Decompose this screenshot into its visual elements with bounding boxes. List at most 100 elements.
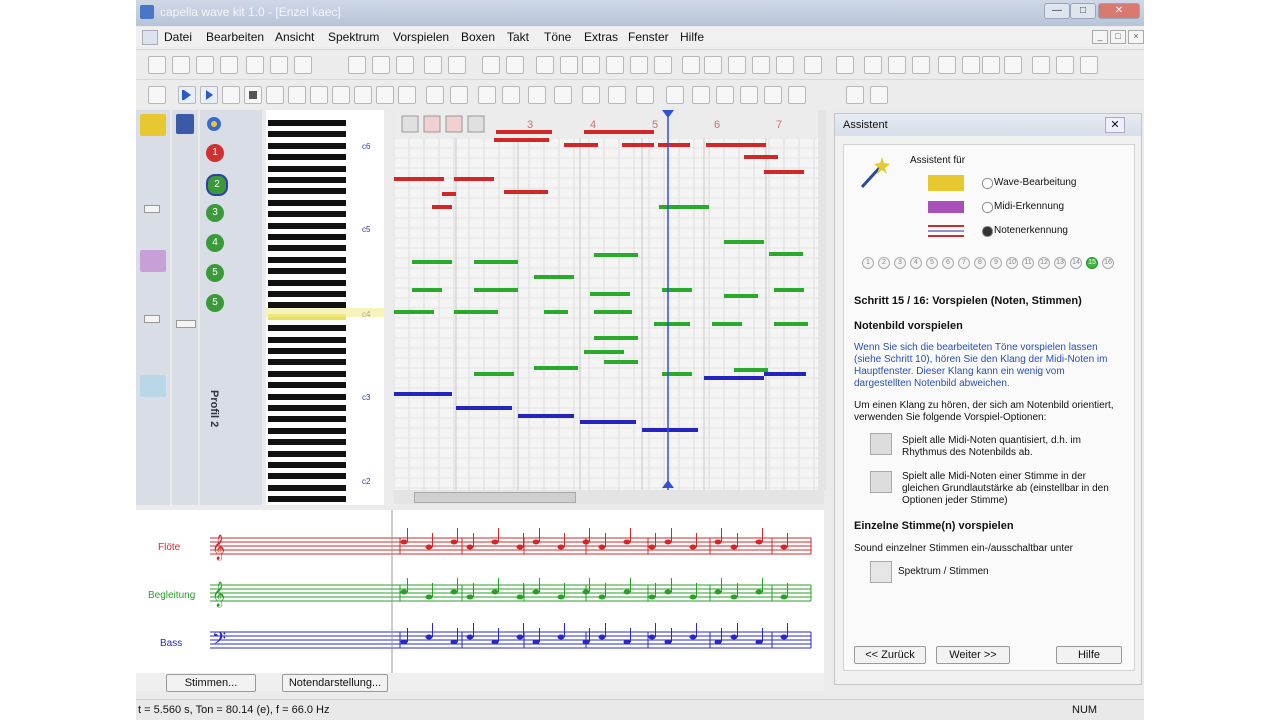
toolbar-button-20[interactable] xyxy=(654,56,672,74)
step-dot[interactable]: 7 xyxy=(958,257,970,269)
step-dot[interactable]: 3 xyxy=(894,257,906,269)
menu-toene[interactable]: Töne xyxy=(544,30,571,44)
track-5[interactable]: 5 xyxy=(205,264,225,288)
toolbar2-button-7[interactable] xyxy=(354,86,372,104)
black-key[interactable] xyxy=(268,405,346,411)
note-mode-icon[interactable] xyxy=(140,375,166,397)
step-dot[interactable]: 10 xyxy=(1006,257,1018,269)
option-radio-noten[interactable] xyxy=(982,226,993,237)
volume-slider-2[interactable] xyxy=(144,315,160,323)
black-key[interactable] xyxy=(268,496,346,503)
close-button[interactable]: ✕ xyxy=(1098,3,1140,19)
toolbar-button-23[interactable] xyxy=(728,56,746,74)
black-key[interactable] xyxy=(268,177,346,183)
menu-spektrum[interactable]: Spektrum xyxy=(328,30,379,44)
toolbar2-button-24[interactable] xyxy=(788,86,806,104)
midi-mode-icon[interactable] xyxy=(140,250,166,272)
toolbar-button-11[interactable] xyxy=(424,56,442,74)
toolbar-button-34[interactable] xyxy=(1004,56,1022,74)
toolbar-button-4[interactable] xyxy=(220,56,238,74)
step-dot[interactable]: 9 xyxy=(990,257,1002,269)
track-4[interactable]: 4 xyxy=(205,234,225,258)
black-key[interactable] xyxy=(268,416,346,423)
option-radio-wave[interactable] xyxy=(982,178,993,189)
menu-datei[interactable]: Datei xyxy=(164,30,192,44)
black-key[interactable] xyxy=(268,279,346,286)
back-button[interactable]: << Zurück xyxy=(854,646,926,664)
black-key[interactable] xyxy=(268,199,346,206)
menu-vorspielen[interactable]: Vorspielen xyxy=(393,30,449,44)
toolbar-button-22[interactable] xyxy=(704,56,722,74)
toolbar2-button-25[interactable] xyxy=(846,86,864,104)
step-dot[interactable]: 4 xyxy=(910,257,922,269)
toolbar-button-8[interactable] xyxy=(348,56,366,74)
notendarstellung-button[interactable]: Notendarstellung... xyxy=(282,674,388,692)
mdi-restore-button[interactable]: □ xyxy=(1110,30,1126,44)
black-key[interactable] xyxy=(268,120,346,126)
step-dot[interactable]: 15 xyxy=(1086,257,1098,269)
toolbar-button-7[interactable] xyxy=(294,56,312,74)
black-key[interactable] xyxy=(268,427,346,434)
menu-boxen[interactable]: Boxen xyxy=(461,30,495,44)
step-dot[interactable]: 16 xyxy=(1102,257,1114,269)
toolbar-button-26[interactable] xyxy=(804,56,822,74)
score-view[interactable]: 𝄞 𝄞 𝄢 xyxy=(136,510,824,673)
toolbar-button-35[interactable] xyxy=(1032,56,1050,74)
toolbar-button-19[interactable] xyxy=(630,56,648,74)
piano-roll-hscrollbar[interactable] xyxy=(394,490,824,504)
black-key[interactable] xyxy=(268,245,346,252)
step-dot[interactable]: 14 xyxy=(1070,257,1082,269)
toolbar-button-15[interactable] xyxy=(536,56,554,74)
black-key[interactable] xyxy=(268,234,346,240)
piano-roll-vscrollbar[interactable] xyxy=(818,110,826,490)
step-dot[interactable]: 1 xyxy=(862,257,874,269)
black-key[interactable] xyxy=(268,336,346,343)
menu-takt[interactable]: Takt xyxy=(507,30,529,44)
hscroll-thumb[interactable] xyxy=(414,492,576,503)
toolbar2-button-23[interactable] xyxy=(764,86,782,104)
toolbar2-button-18[interactable] xyxy=(636,86,654,104)
black-key[interactable] xyxy=(268,462,346,468)
black-key[interactable] xyxy=(268,188,346,195)
menu-fenster[interactable]: Fenster xyxy=(628,30,669,44)
toolbar-button-16[interactable] xyxy=(560,56,578,74)
toolbar-button-17[interactable] xyxy=(582,56,600,74)
toolbar-button-33[interactable] xyxy=(982,56,1000,74)
play-start-icon[interactable] xyxy=(178,86,196,104)
metronome-icon[interactable] xyxy=(176,114,194,134)
help-button[interactable]: Hilfe xyxy=(1056,646,1122,664)
toolbar-button-14[interactable] xyxy=(506,56,524,74)
toolbar2-button-21[interactable] xyxy=(716,86,734,104)
toolbar-button-32[interactable] xyxy=(962,56,980,74)
mdi-minimize-button[interactable]: _ xyxy=(1092,30,1108,44)
toolbar2-button-15[interactable] xyxy=(554,86,572,104)
volume-play-icon[interactable] xyxy=(870,471,892,493)
menu-hilfe[interactable]: Hilfe xyxy=(680,30,704,44)
black-key[interactable] xyxy=(268,450,346,457)
toolbar2-button-1[interactable] xyxy=(148,86,166,104)
toolbar-button-18[interactable] xyxy=(606,56,624,74)
black-key[interactable] xyxy=(268,154,346,161)
toolbar2-button-14[interactable] xyxy=(528,86,546,104)
toolbar2-button-12[interactable] xyxy=(478,86,496,104)
toolbar-button-1[interactable] xyxy=(148,56,166,74)
piano-roll[interactable]: 3 4 5 6 7 xyxy=(393,110,824,490)
step-dot[interactable]: 2 xyxy=(878,257,890,269)
black-key[interactable] xyxy=(268,256,346,263)
maximize-button[interactable]: □ xyxy=(1070,3,1096,19)
step-dot[interactable]: 13 xyxy=(1054,257,1066,269)
toolbar2-button-19[interactable] xyxy=(666,86,684,104)
track-1[interactable]: 1 xyxy=(205,144,225,168)
step-dot[interactable]: 6 xyxy=(942,257,954,269)
toolbar-button-27[interactable] xyxy=(836,56,854,74)
toolbar2-button-22[interactable] xyxy=(740,86,758,104)
toolbar2-button-16[interactable] xyxy=(582,86,600,104)
toolbar-button-25[interactable] xyxy=(776,56,794,74)
wave-mode-icon[interactable] xyxy=(140,114,166,136)
piano-keyboard[interactable]: c6c5c4c3c2 xyxy=(266,110,384,505)
volume-slider-1[interactable] xyxy=(144,205,160,213)
toolbar-button-28[interactable] xyxy=(864,56,882,74)
black-key[interactable] xyxy=(268,291,346,297)
spectrum-voices-icon[interactable] xyxy=(870,561,892,583)
toolbar-button-9[interactable] xyxy=(372,56,390,74)
